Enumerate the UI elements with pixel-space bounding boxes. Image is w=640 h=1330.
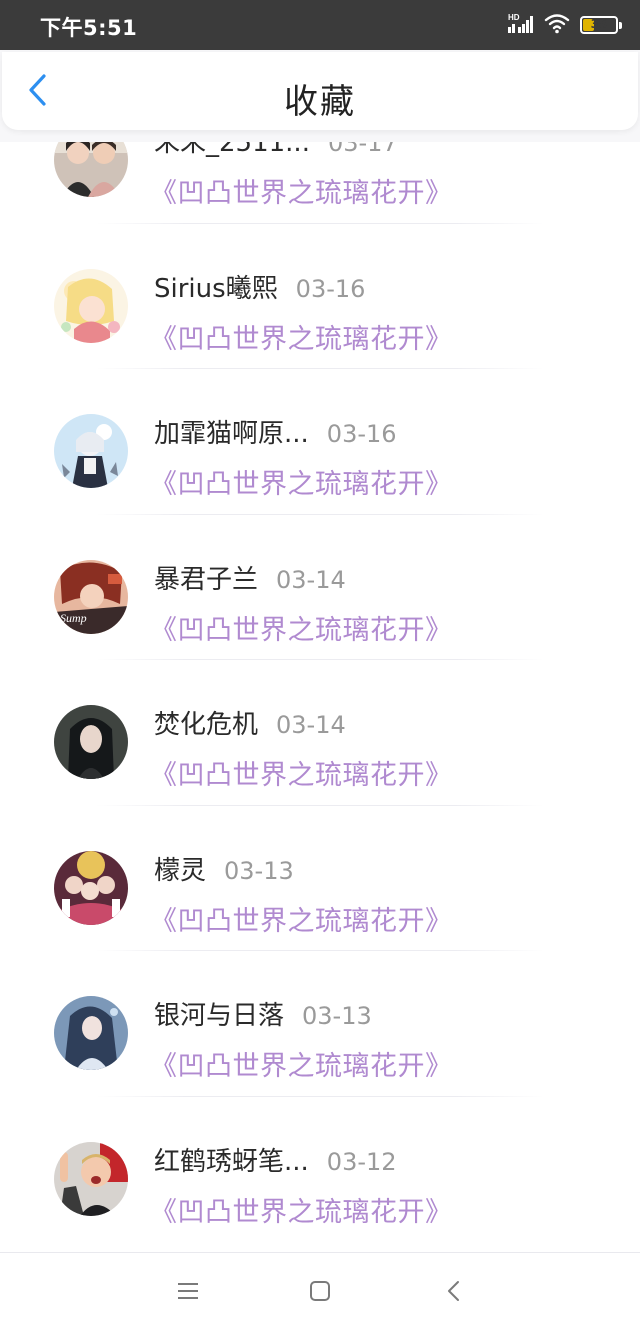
home-button[interactable] xyxy=(302,1275,338,1311)
item-date: 03-17 xyxy=(327,142,398,157)
status-bar: 下午5:51 HD 35 xyxy=(0,0,640,50)
menu-button[interactable] xyxy=(170,1275,206,1311)
avatar[interactable] xyxy=(54,1141,128,1216)
page-title: 收藏 xyxy=(284,82,356,122)
item-date: 03-16 xyxy=(326,420,397,448)
book-title[interactable]: 《凹凸世界之琉璃花开》 xyxy=(150,171,453,210)
favorites-list-content: 朱朱_2511... 03-17 《凹凸世界之琉璃花开》 Sirius曦熙 03… xyxy=(0,142,640,1242)
favorites-list[interactable]: 朱朱_2511... 03-17 《凹凸世界之琉璃花开》 Sirius曦熙 03… xyxy=(0,142,640,1252)
item-date: 03-13 xyxy=(224,856,294,885)
user-name[interactable]: 银河与日落 xyxy=(154,995,284,1032)
signal-icon: HD xyxy=(508,12,534,38)
item-date: 03-13 xyxy=(302,1002,372,1030)
avatar[interactable] xyxy=(54,705,128,779)
favorite-item[interactable]: 朱朱_2511... 03-17 《凹凸世界之琉璃花开》 xyxy=(0,142,640,224)
favorites-screen: 下午5:51 HD 35 收藏 朱朱_2511... 03-17 《凹凸世界之琉… xyxy=(0,0,640,1330)
user-name[interactable]: 檬灵 xyxy=(154,850,206,887)
item-header: 银河与日落 03-13 xyxy=(154,995,372,1032)
book-title[interactable]: 《凹凸世界之琉璃花开》 xyxy=(150,462,453,501)
book-title[interactable]: 《凹凸世界之琉璃花开》 xyxy=(150,317,453,356)
favorite-item[interactable]: 檬灵 03-13 《凹凸世界之琉璃花开》 xyxy=(0,806,640,951)
favorite-item[interactable]: Sump 暴君子兰 03-14 《凹凸世界之琉璃花开》 xyxy=(0,515,640,660)
item-header: 焚化危机 03-14 xyxy=(154,704,346,741)
item-header: 加霏猫啊原... 03-16 xyxy=(154,413,397,450)
system-nav-bar xyxy=(0,1252,640,1330)
avatar[interactable] xyxy=(54,142,128,197)
wifi-icon xyxy=(544,12,570,38)
avatar[interactable] xyxy=(54,414,128,488)
book-title[interactable]: 《凹凸世界之琉璃花开》 xyxy=(150,753,453,792)
book-title[interactable]: 《凹凸世界之琉璃花开》 xyxy=(150,899,453,938)
favorite-item[interactable]: 红鹤琇蚜笔... 03-12 《凹凸世界之琉璃花开》 xyxy=(0,1097,640,1243)
status-icons: HD 35 xyxy=(508,12,622,38)
item-header: 红鹤琇蚜笔... 03-12 xyxy=(154,1141,397,1178)
header-card: 收藏 xyxy=(2,52,638,130)
item-date: 03-14 xyxy=(276,565,346,594)
book-title[interactable]: 《凹凸世界之琉璃花开》 xyxy=(150,1190,453,1229)
status-time: 下午5:51 xyxy=(40,16,138,40)
hd-label: HD xyxy=(508,13,520,22)
user-name[interactable]: 红鹤琇蚜笔... xyxy=(154,1141,309,1178)
svg-text:Sump: Sump xyxy=(60,611,87,625)
favorite-item[interactable]: 加霏猫啊原... 03-16 《凹凸世界之琉璃花开》 xyxy=(0,369,640,515)
item-header: 暴君子兰 03-14 xyxy=(154,559,346,596)
battery-tip xyxy=(619,22,622,29)
book-title[interactable]: 《凹凸世界之琉璃花开》 xyxy=(150,608,453,647)
user-name[interactable]: 焚化危机 xyxy=(154,704,258,741)
avatar[interactable] xyxy=(54,268,128,343)
menu-icon xyxy=(176,1280,200,1306)
user-name[interactable]: 暴君子兰 xyxy=(154,559,258,596)
battery-level: 35 xyxy=(590,17,608,31)
user-name[interactable]: Sirius曦熙 xyxy=(154,268,278,305)
item-date: 03-12 xyxy=(326,1147,397,1176)
avatar[interactable] xyxy=(54,850,128,925)
book-title[interactable]: 《凹凸世界之琉璃花开》 xyxy=(150,1044,453,1083)
system-back-button[interactable] xyxy=(436,1275,472,1311)
avatar[interactable] xyxy=(54,996,128,1070)
item-header: Sirius曦熙 03-16 xyxy=(154,268,365,305)
user-name[interactable]: 加霏猫啊原... xyxy=(154,413,309,450)
avatar[interactable]: Sump xyxy=(54,559,128,634)
user-name[interactable]: 朱朱_2511... xyxy=(154,142,310,159)
triangle-back-icon xyxy=(444,1279,464,1307)
item-header: 檬灵 03-13 xyxy=(154,850,294,887)
header: 收藏 xyxy=(0,50,640,142)
favorite-item[interactable]: 焚化危机 03-14 《凹凸世界之琉璃花开》 xyxy=(0,660,640,806)
item-date: 03-16 xyxy=(295,274,366,303)
home-square-icon xyxy=(308,1279,332,1307)
favorite-item[interactable]: Sirius曦熙 03-16 《凹凸世界之琉璃花开》 xyxy=(0,224,640,369)
item-date: 03-14 xyxy=(276,711,346,739)
item-header: 朱朱_2511... 03-17 xyxy=(154,142,398,159)
battery-icon: 35 xyxy=(580,16,622,34)
favorite-item[interactable]: 银河与日落 03-13 《凹凸世界之琉璃花开》 xyxy=(0,951,640,1097)
